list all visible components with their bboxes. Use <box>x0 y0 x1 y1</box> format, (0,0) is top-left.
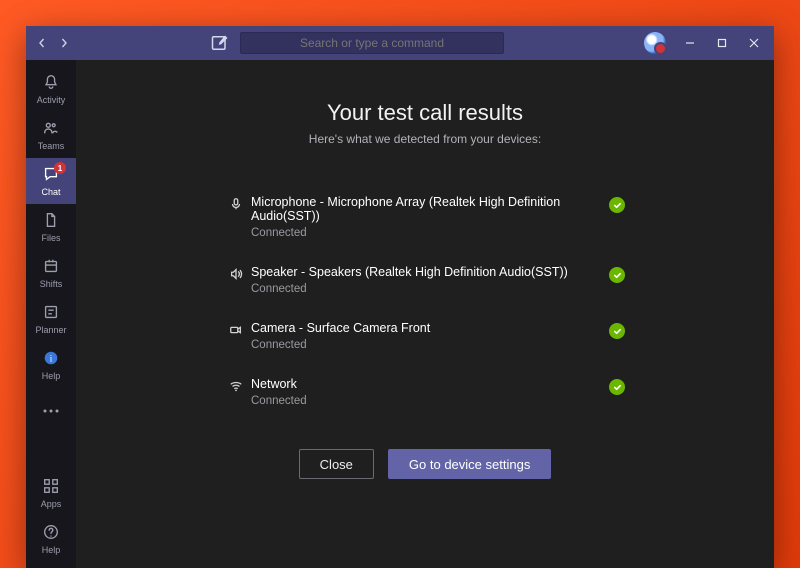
nav-arrows <box>36 37 70 49</box>
result-name: Camera - Surface Camera Front <box>251 321 609 335</box>
nav-back-button[interactable] <box>36 37 48 49</box>
rail-item-label: Activity <box>37 95 66 105</box>
compose-icon[interactable] <box>210 33 230 53</box>
go-to-device-settings-button[interactable]: Go to device settings <box>388 449 551 479</box>
result-status: Connected <box>251 227 609 239</box>
window-controls <box>674 26 770 60</box>
files-icon <box>42 211 60 231</box>
rail-more-button[interactable] <box>26 388 76 434</box>
app-rail: Activity Teams Chat 1 Files Shifts Planner i Hel… <box>26 60 76 568</box>
check-ok-icon <box>609 379 625 395</box>
result-status: Connected <box>251 283 609 295</box>
search-input[interactable] <box>240 32 504 54</box>
help-icon <box>42 523 60 543</box>
nav-forward-button[interactable] <box>58 37 70 49</box>
rail-item-activity[interactable]: Activity <box>26 66 76 112</box>
rail-item-label: Planner <box>35 325 66 335</box>
result-row: Camera - Surface Camera Front Connected <box>225 309 625 365</box>
shifts-icon <box>42 257 60 277</box>
titlebar <box>26 26 774 60</box>
rail-item-teams[interactable]: Teams <box>26 112 76 158</box>
rail-item-apps[interactable]: Apps <box>26 470 76 516</box>
rail-item-label: Files <box>41 233 60 243</box>
action-bar: Close Go to device settings <box>299 449 552 479</box>
rail-item-chat[interactable]: Chat 1 <box>26 158 76 204</box>
rail-item-help[interactable]: i Help <box>26 342 76 388</box>
helpblue-icon: i <box>42 349 60 369</box>
rail-item-label: Shifts <box>40 279 63 289</box>
minimize-button[interactable] <box>674 26 706 60</box>
rail-item-help[interactable]: Help <box>26 516 76 562</box>
rail-item-planner[interactable]: Planner <box>26 296 76 342</box>
result-row: Network Connected <box>225 365 625 421</box>
check-ok-icon <box>609 323 625 339</box>
rail-item-shifts[interactable]: Shifts <box>26 250 76 296</box>
close-button[interactable] <box>738 26 770 60</box>
network-icon <box>225 377 247 393</box>
rail-item-label: Apps <box>41 499 62 509</box>
apps-icon <box>42 477 60 497</box>
teams-icon <box>42 119 60 139</box>
app-window: Activity Teams Chat 1 Files Shifts Planner i Hel… <box>26 26 774 568</box>
close-results-button[interactable]: Close <box>299 449 374 479</box>
rail-item-label: Help <box>42 371 61 381</box>
rail-item-label: Teams <box>38 141 65 151</box>
rail-item-label: Chat <box>41 187 60 197</box>
rail-badge: 1 <box>54 162 66 174</box>
planner-icon <box>42 303 60 323</box>
speaker-icon <box>225 265 247 281</box>
camera-icon <box>225 321 247 337</box>
check-ok-icon <box>609 197 625 213</box>
rail-item-files[interactable]: Files <box>26 204 76 250</box>
result-row: Microphone - Microphone Array (Realtek H… <box>225 182 625 253</box>
check-ok-icon <box>609 267 625 283</box>
maximize-button[interactable] <box>706 26 738 60</box>
rail-item-label: Help <box>42 545 61 555</box>
result-name: Microphone - Microphone Array (Realtek H… <box>251 195 609 223</box>
results-list: Microphone - Microphone Array (Realtek H… <box>225 182 625 421</box>
result-name: Speaker - Speakers (Realtek High Definit… <box>251 265 609 279</box>
page-title: Your test call results <box>327 100 523 126</box>
result-status: Connected <box>251 395 609 407</box>
result-row: Speaker - Speakers (Realtek High Definit… <box>225 253 625 309</box>
page-subtitle: Here's what we detected from your device… <box>309 132 541 146</box>
result-status: Connected <box>251 339 609 351</box>
result-name: Network <box>251 377 609 391</box>
avatar[interactable] <box>644 32 666 54</box>
main-content: Your test call results Here's what we de… <box>76 60 774 568</box>
bell-icon <box>42 73 60 93</box>
mic-icon <box>225 195 247 211</box>
